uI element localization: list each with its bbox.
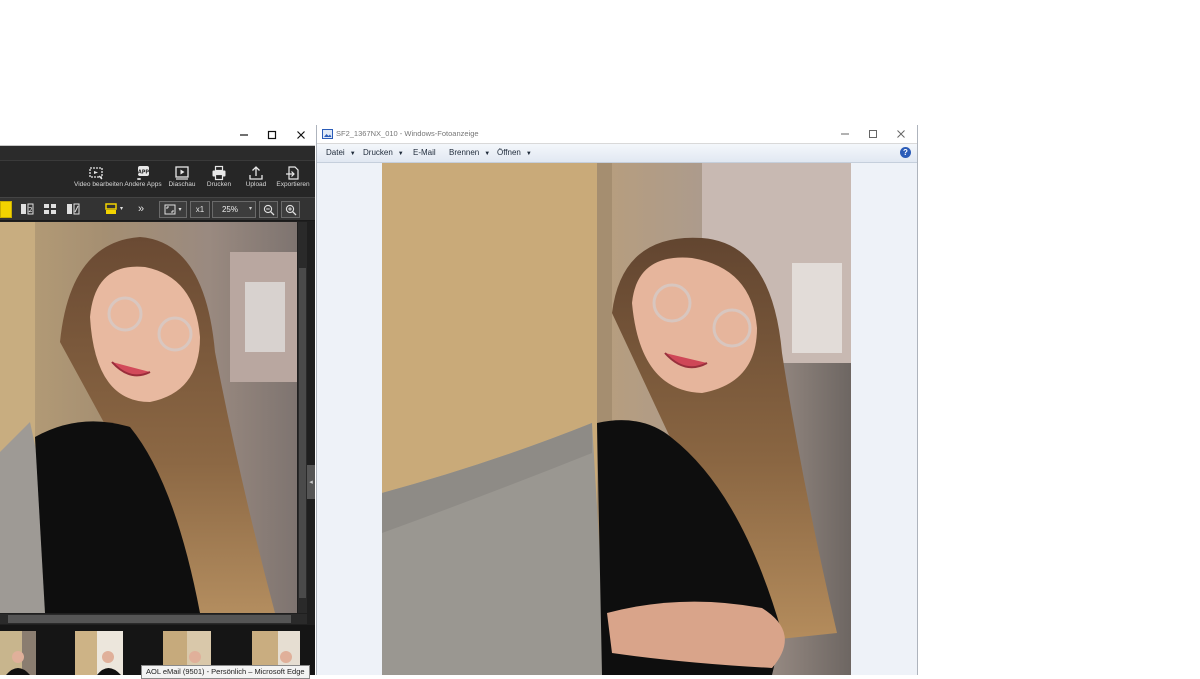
dropdown-caret-icon: ▼ — [397, 151, 404, 157]
slideshow-icon — [175, 166, 189, 180]
menu-email-label: E-Mail — [413, 148, 436, 157]
displayed-photo[interactable] — [382, 163, 851, 675]
menu-open[interactable]: Öffnen ▼ — [497, 148, 532, 157]
video-edit-button[interactable]: Video bearbeiten — [74, 163, 124, 195]
video-edit-icon — [89, 167, 103, 180]
taskbar-tooltip: AOL eMail (9501) - Persönlich – Microsof… — [141, 665, 310, 679]
before-after-icon — [67, 203, 80, 214]
menu-burn[interactable]: Brennen ▼ — [449, 148, 490, 157]
fit-screen-dropdown[interactable]: ▾ — [159, 201, 187, 218]
menu-print-label: Drucken — [363, 148, 393, 157]
thumbnail-image — [0, 631, 36, 675]
filmstrip-thumbnail[interactable] — [75, 631, 123, 675]
single-view-button[interactable] — [0, 201, 12, 218]
thumbnail-image — [75, 631, 123, 675]
actual-size-button[interactable]: x1 — [190, 201, 210, 218]
minimize-icon — [240, 134, 248, 136]
portrait-photo — [382, 163, 851, 675]
printer-icon — [212, 165, 226, 181]
menu-file[interactable]: Datei ▼ — [326, 148, 356, 157]
help-icon[interactable]: ? — [900, 147, 911, 158]
close-icon — [297, 131, 305, 139]
svg-text:2: 2 — [28, 206, 32, 214]
before-after-button[interactable] — [64, 201, 82, 216]
horizontal-scrollbar[interactable] — [0, 614, 307, 624]
window-title: SF2_1367NX_010 - Windows-Fotoanzeige — [336, 129, 479, 138]
minimize-icon — [841, 133, 849, 135]
video-edit-label: Video bearbeiten — [74, 181, 124, 188]
menu-file-label: Datei — [326, 148, 345, 157]
scrollbar-thumb[interactable] — [299, 268, 306, 598]
filmstrip-thumbnail[interactable] — [0, 631, 36, 675]
main-toolbar: Video bearbeiten APP Andere Apps Diascha… — [0, 161, 315, 197]
grid-icon — [44, 203, 56, 214]
zoom-in-button[interactable] — [281, 201, 300, 218]
more-label: » — [137, 202, 145, 215]
chevron-left-icon: ◂ — [309, 479, 313, 486]
grid-view-button[interactable] — [41, 201, 59, 216]
label-dropdown[interactable]: ▾ — [100, 201, 128, 216]
dropdown-caret-icon: ▼ — [484, 151, 491, 157]
zoom-in-icon — [285, 204, 296, 215]
zoom-value: 25% — [221, 205, 238, 214]
image-viewer-area — [317, 163, 917, 675]
menu-open-label: Öffnen — [497, 148, 521, 157]
more-tools-button[interactable]: » — [133, 201, 149, 216]
view-tools-bar: 2 ▾ » ▾ x1 25% ▾ — [0, 197, 315, 221]
menu-bar: Datei ▼ Drucken ▼ E-Mail Brennen ▼ Öffnen ▼ … — [317, 144, 917, 163]
right-title-bar: SF2_1367NX_010 - Windows-Fotoanzeige — [317, 125, 917, 144]
other-apps-label: Andere Apps — [124, 181, 162, 188]
other-apps-button[interactable]: APP Andere Apps — [121, 163, 165, 195]
zoom-out-button[interactable] — [259, 201, 278, 218]
compare-two-button[interactable]: 2 — [18, 201, 36, 216]
upload-icon — [249, 166, 263, 180]
close-button[interactable] — [287, 125, 315, 145]
zoom-select[interactable]: 25% ▾ — [212, 201, 256, 218]
portrait-photo — [0, 222, 297, 613]
chevron-down-icon: ▾ — [119, 206, 123, 212]
close-icon — [897, 130, 905, 138]
main-photo-preview[interactable] — [0, 222, 297, 613]
side-panel-toggle[interactable]: ◂ — [307, 465, 315, 499]
left-title-bar — [0, 125, 315, 146]
label-icon — [105, 202, 117, 214]
close-button[interactable] — [887, 125, 915, 143]
dropdown-caret-icon: ▼ — [349, 151, 356, 157]
vertical-scrollbar[interactable] — [298, 222, 307, 613]
dropdown-caret-icon: ▼ — [525, 151, 532, 157]
menu-strip — [0, 146, 315, 161]
maximize-icon — [267, 130, 277, 140]
export-button[interactable]: Exportieren — [271, 163, 315, 195]
scrollbar-thumb[interactable] — [8, 615, 291, 623]
maximize-button[interactable] — [859, 125, 887, 143]
photo-viewer-window: Video bearbeiten APP Andere Apps Diascha… — [0, 125, 315, 675]
menu-email[interactable]: E-Mail — [413, 148, 436, 157]
minimize-button[interactable] — [831, 125, 859, 143]
export-icon — [286, 166, 299, 180]
zoom-out-icon — [263, 204, 274, 215]
fit-screen-icon — [164, 204, 176, 215]
export-label: Exportieren — [276, 181, 310, 188]
chevron-down-icon: ▾ — [178, 207, 182, 213]
svg-text:APP: APP — [138, 170, 150, 176]
photo-viewer-app-icon — [322, 129, 333, 139]
menu-print[interactable]: Drucken ▼ — [363, 148, 404, 157]
maximize-icon — [869, 130, 877, 138]
chevron-down-icon: ▾ — [248, 206, 252, 212]
two-up-icon: 2 — [21, 203, 34, 214]
apps-icon: APP — [137, 166, 150, 180]
menu-burn-label: Brennen — [449, 148, 480, 157]
minimize-button[interactable] — [230, 125, 258, 145]
multiplier-label: x1 — [195, 205, 205, 214]
maximize-button[interactable] — [258, 125, 286, 145]
windows-photo-viewer-window: SF2_1367NX_010 - Windows-Fotoanzeige Dat… — [316, 125, 918, 675]
